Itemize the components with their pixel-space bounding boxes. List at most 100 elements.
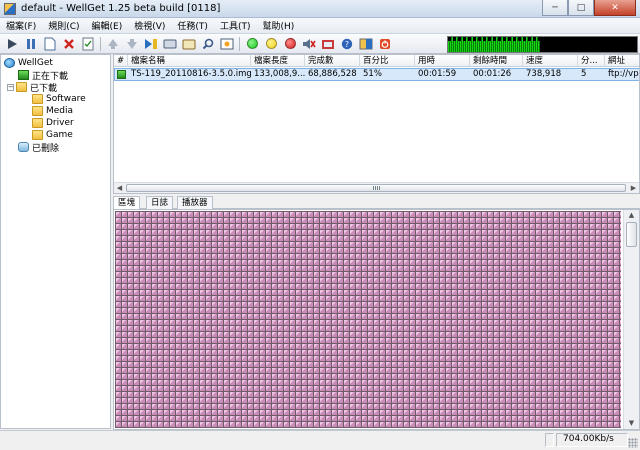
tree-item-downloaded[interactable]: − 已下載 <box>7 81 58 94</box>
toolbar-separator <box>239 36 240 51</box>
tree-item-driver[interactable]: Driver <box>32 117 74 129</box>
cell-speed: 738,918 <box>526 69 562 79</box>
yellow-light-icon[interactable] <box>263 36 279 52</box>
app-icon <box>4 3 16 15</box>
settings-icon[interactable] <box>320 36 336 52</box>
table-row[interactable]: TS-119_20110816-3.5.0.img 133,008,9... 6… <box>114 68 639 81</box>
monitor-icon[interactable] <box>162 36 178 52</box>
about-icon[interactable] <box>358 36 374 52</box>
scroll-left-icon[interactable]: ◀ <box>114 183 125 193</box>
delete-icon[interactable] <box>61 36 77 52</box>
tree-item-label: Game <box>46 130 73 140</box>
column-header-number[interactable]: # <box>114 55 128 67</box>
search-icon[interactable] <box>200 36 216 52</box>
vertical-scrollbar[interactable]: ▲ ▼ <box>623 210 639 429</box>
column-header-speed[interactable]: 速度 <box>523 55 578 67</box>
tab-blocks[interactable]: 區塊 <box>113 196 141 210</box>
tree-item-software[interactable]: Software <box>32 93 86 105</box>
speed-graph-bars <box>448 37 540 52</box>
tree-item-media[interactable]: Media <box>32 105 73 117</box>
tab-log[interactable]: 日誌 <box>146 196 174 209</box>
block-map: ▲ ▼ <box>113 209 640 430</box>
folder-icon <box>32 106 43 116</box>
schedule-icon[interactable] <box>143 36 159 52</box>
title-bar[interactable]: default - WellGet 1.25 beta build [0118]… <box>0 0 640 18</box>
menu-edit[interactable]: 編輯(E) <box>86 19 129 32</box>
cell-done: 68,886,528 <box>308 69 357 79</box>
menu-task[interactable]: 任務(T) <box>171 19 214 32</box>
column-header-size[interactable]: 檔案長度 <box>251 55 305 67</box>
tree-item-downloading[interactable]: 正在下載 <box>18 69 68 82</box>
column-header-percent[interactable]: 百分比 <box>360 55 415 67</box>
speed-graph <box>447 36 638 53</box>
menu-file[interactable]: 檔案(F) <box>0 19 42 32</box>
collapse-toggle[interactable]: − <box>7 83 14 91</box>
folder-icon <box>32 118 43 128</box>
options-icon[interactable] <box>181 36 197 52</box>
scroll-thumb[interactable] <box>126 184 626 192</box>
grip-icon <box>373 186 381 190</box>
new-file-icon[interactable] <box>42 36 58 52</box>
cell-percent: 51% <box>363 69 382 79</box>
folder-icon <box>16 82 27 92</box>
tree-root-label: WellGet <box>18 58 53 68</box>
move-down-icon[interactable] <box>124 36 140 52</box>
play-icon[interactable] <box>4 36 20 52</box>
downloading-icon <box>18 70 29 80</box>
cell-url: ftp://vp <box>608 69 639 79</box>
menu-rules[interactable]: 規則(C) <box>42 19 85 32</box>
horizontal-scrollbar[interactable]: ◀ ▶ <box>114 182 639 193</box>
tree-item-label: 已刪除 <box>32 143 60 154</box>
menu-tools[interactable]: 工具(T) <box>214 19 257 32</box>
status-speed: 704.00Kb/s <box>563 434 614 444</box>
column-header-url[interactable]: 網址 <box>605 55 639 67</box>
window-title: default - WellGet 1.25 beta build [0118] <box>21 3 221 14</box>
list-header: # 檔案名稱 檔案長度 完成數 百分比 用時 剩餘時間 速度 分... 網址 <box>114 55 639 67</box>
column-header-remaining[interactable]: 剩餘時間 <box>470 55 523 67</box>
tree-root[interactable]: WellGet <box>4 57 53 69</box>
column-header-elapsed[interactable]: 用時 <box>415 55 470 67</box>
tree-item-label: 已下載 <box>30 83 58 94</box>
close-button[interactable]: ✕ <box>594 0 636 16</box>
tree-item-deleted[interactable]: 已刪除 <box>18 141 60 154</box>
mute-icon[interactable] <box>301 36 317 52</box>
scroll-down-icon[interactable]: ▼ <box>624 418 639 429</box>
menu-view[interactable]: 檢視(V) <box>128 19 171 32</box>
help-icon[interactable]: ? <box>339 36 355 52</box>
scroll-right-icon[interactable]: ▶ <box>628 183 639 193</box>
wellget-icon <box>4 58 15 68</box>
window-controls: ─ □ ✕ <box>542 0 636 16</box>
folder-icon <box>32 94 43 104</box>
row-status-cell <box>115 69 128 80</box>
minimize-button[interactable]: ─ <box>542 0 568 16</box>
download-list: # 檔案名稱 檔案長度 完成數 百分比 用時 剩餘時間 速度 分... 網址 T… <box>113 54 640 194</box>
column-header-parts[interactable]: 分... <box>578 55 605 67</box>
pause-icon[interactable] <box>23 36 39 52</box>
log-icon[interactable] <box>219 36 235 52</box>
exit-icon[interactable] <box>377 36 393 52</box>
menu-help[interactable]: 幫助(H) <box>256 19 300 32</box>
cell-elapsed: 00:01:59 <box>418 69 457 79</box>
cell-size: 133,008,9... <box>254 69 305 79</box>
tab-player[interactable]: 播放器 <box>177 196 213 209</box>
column-header-done[interactable]: 完成數 <box>305 55 360 67</box>
downloading-icon <box>117 70 126 79</box>
category-tree: WellGet 正在下載 − 已下載 Software Media Driver… <box>0 54 111 429</box>
recycle-bin-icon <box>18 142 29 152</box>
properties-icon[interactable] <box>80 36 96 52</box>
tree-item-label: Software <box>46 94 86 104</box>
maximize-button[interactable]: □ <box>568 0 594 16</box>
tree-item-game[interactable]: Game <box>32 129 73 141</box>
move-up-icon[interactable] <box>105 36 121 52</box>
green-light-icon[interactable] <box>244 36 260 52</box>
resize-grip-icon[interactable] <box>628 438 638 448</box>
scroll-up-icon[interactable]: ▲ <box>624 210 639 221</box>
tree-item-label: Media <box>46 106 74 116</box>
red-light-icon[interactable] <box>282 36 298 52</box>
cell-name: TS-119_20110816-3.5.0.img <box>131 69 251 79</box>
column-header-name[interactable]: 檔案名稱 <box>128 55 251 67</box>
folder-icon <box>32 130 43 140</box>
cell-remaining: 00:01:26 <box>473 69 512 79</box>
toolbar-separator <box>100 36 101 51</box>
scroll-thumb[interactable] <box>626 222 637 247</box>
